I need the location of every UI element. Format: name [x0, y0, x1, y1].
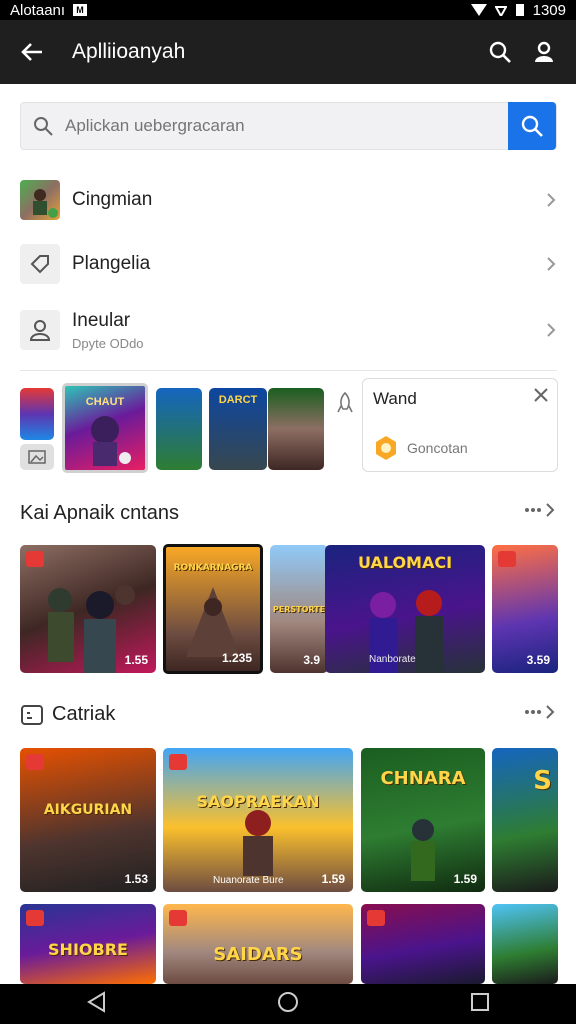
back-button[interactable] — [14, 34, 50, 70]
game-tile[interactable]: CHNARA 1.59 — [361, 748, 485, 892]
game-tile[interactable]: SHIOBRE — [20, 904, 156, 984]
game-title: AIKGURIAN — [43, 802, 133, 818]
game-rating: 1.55 — [124, 653, 148, 667]
account-button[interactable] — [526, 34, 562, 70]
game-title: SHIOBRE — [48, 940, 128, 959]
list-item-label: Ineular — [72, 309, 131, 331]
suggestion-card[interactable]: Wand Goncotan — [362, 378, 558, 472]
game-thumbnail[interactable] — [268, 388, 324, 470]
game-rating: 3.9 — [303, 653, 320, 667]
close-icon — [534, 388, 548, 402]
game-tile[interactable] — [361, 904, 485, 984]
status-bar: Alotaanı M 1309 — [0, 0, 576, 20]
list-item-subtitle: Dpyte ODdo — [72, 335, 144, 351]
notification-icon: M — [73, 4, 88, 16]
section-title-label: Catriak — [52, 702, 116, 725]
close-button[interactable] — [533, 387, 549, 408]
search-bar — [20, 102, 557, 150]
store-badge — [26, 910, 44, 926]
game-thumbnail[interactable] — [156, 388, 202, 470]
image-icon — [28, 450, 46, 464]
game-rating: 1.235 — [221, 651, 252, 665]
chevron-right-icon — [547, 323, 556, 337]
tag-icon — [20, 244, 60, 284]
card-title: Wand — [373, 389, 417, 408]
store-badge — [169, 910, 187, 926]
nav-recents-button[interactable] — [470, 992, 490, 1017]
battery-icon — [515, 4, 524, 16]
game-rating: 1.59 — [453, 872, 477, 886]
gallery-button[interactable] — [20, 444, 54, 470]
game-thumbnail[interactable] — [20, 388, 54, 440]
game-title: S — [533, 766, 552, 796]
triangle-back-icon — [86, 990, 105, 1013]
app-bar: Aplliioanyah — [0, 20, 576, 84]
list-item[interactable]: Cingmian — [20, 170, 557, 230]
game-tile[interactable]: AIKGURIAN 1.53 — [20, 748, 156, 892]
game-tile[interactable]: RONKARNAGRA 1.235 — [163, 544, 263, 674]
nav-back-button[interactable] — [86, 990, 106, 1018]
search-submit-button[interactable] — [508, 102, 556, 150]
status-time: 1309 — [532, 1, 566, 19]
game-thumbnail-icon — [20, 180, 60, 220]
game-tile[interactable]: UALOMACI Nanborate — [325, 545, 485, 673]
game-rating: 3.59 — [526, 653, 550, 667]
nav-home-button[interactable] — [277, 991, 299, 1018]
search-icon — [521, 115, 543, 137]
person-icon — [20, 310, 60, 350]
system-nav-bar — [0, 984, 576, 1024]
card-subtitle: Goncotan — [407, 440, 468, 456]
game-thumbnail[interactable]: DARCT — [209, 388, 267, 470]
store-badge — [367, 910, 385, 926]
coin-icon — [376, 436, 396, 460]
list-item[interactable]: Ineular Dpyte ODdo — [20, 298, 557, 362]
store-badge — [26, 754, 44, 770]
rocket-icon — [337, 392, 353, 413]
wifi-icon — [494, 6, 507, 16]
featured-game-tile[interactable]: CHAUT — [62, 383, 148, 473]
game-caption: Nuanorate Bure — [213, 875, 284, 886]
game-rating: 1.53 — [124, 872, 148, 886]
game-rating: 1.59 — [321, 872, 345, 886]
page-title: Aplliioanyah — [72, 40, 186, 63]
search-icon — [489, 41, 511, 63]
chevron-right-icon — [547, 257, 556, 271]
game-tile[interactable]: 1.55 — [20, 545, 156, 673]
status-text: Alotaanı — [10, 1, 66, 19]
more-icon — [525, 503, 555, 517]
more-button[interactable] — [524, 500, 556, 525]
game-tile[interactable] — [492, 904, 558, 984]
search-icon — [34, 117, 53, 136]
game-caption: Nanborate — [369, 654, 416, 665]
store-badge — [498, 551, 516, 567]
more-button[interactable] — [524, 702, 556, 727]
game-tile[interactable]: SAOPRAEKAN Nuanorate Bure 1.59 — [163, 748, 353, 892]
search-input[interactable] — [65, 116, 508, 136]
more-icon — [525, 705, 555, 719]
account-icon — [535, 41, 553, 62]
list-item[interactable]: Plangelia — [20, 234, 557, 294]
calendar-icon — [21, 705, 43, 725]
list-item-label: Cingmian — [72, 189, 153, 210]
search-button[interactable] — [482, 34, 518, 70]
game-title: DARCT — [218, 394, 258, 406]
section-title: Catriak — [20, 702, 115, 726]
game-title: PERSTORTE — [272, 605, 326, 614]
game-tile[interactable]: S — [492, 748, 558, 892]
arrow-left-icon — [21, 43, 42, 61]
game-tile[interactable]: SAIDARS — [163, 904, 353, 984]
circle-home-icon — [277, 991, 298, 1012]
list-item-label: Plangelia — [72, 253, 151, 274]
store-badge — [26, 551, 44, 567]
game-tile[interactable]: PERSTORTE 3.9 — [270, 545, 328, 673]
signal-icon — [470, 4, 487, 16]
game-title: SAIDARS — [213, 944, 303, 965]
section-title: Kai Apnaik cntans — [20, 502, 179, 524]
divider — [20, 370, 557, 371]
square-recents-icon — [471, 992, 490, 1011]
chevron-right-icon — [547, 193, 556, 207]
game-tile[interactable]: 3.59 — [492, 545, 558, 673]
